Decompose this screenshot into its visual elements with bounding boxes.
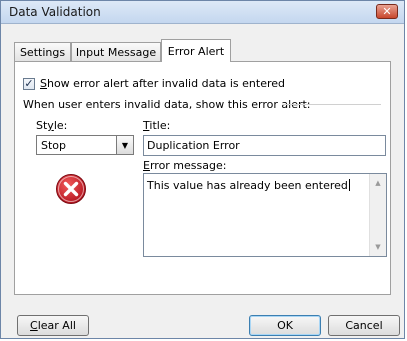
- clear-all-button[interactable]: Clear All: [17, 315, 89, 336]
- tab-settings[interactable]: Settings: [14, 42, 71, 61]
- tab-settings-label: Settings: [19, 45, 66, 59]
- show-alert-label: Show error alert after invalid data is e…: [40, 77, 285, 90]
- textarea-scrollbar[interactable]: ▲ ▼: [369, 174, 386, 256]
- title-label: Title:: [143, 119, 171, 132]
- show-alert-row[interactable]: ✓ Show error alert after invalid data is…: [23, 77, 285, 90]
- error-message-value: This value has already been entered: [147, 179, 350, 192]
- tab-input-message-label: Input Message: [75, 45, 157, 59]
- title-input[interactable]: Duplication Error: [143, 135, 386, 156]
- stop-icon: [56, 174, 86, 204]
- title-input-value: Duplication Error: [147, 139, 240, 152]
- show-alert-checkbox[interactable]: ✓: [23, 77, 35, 90]
- close-icon: ✕: [382, 5, 392, 18]
- close-button[interactable]: ✕: [376, 4, 398, 19]
- style-select-value: Stop: [41, 139, 67, 152]
- scroll-up-icon[interactable]: ▲: [370, 176, 386, 190]
- scroll-down-icon[interactable]: ▼: [370, 240, 386, 254]
- ok-button[interactable]: OK: [249, 315, 321, 336]
- window-title: Data Validation: [9, 5, 101, 19]
- group-divider: [283, 104, 381, 105]
- error-message-textarea[interactable]: This value has already been entered ▲ ▼: [143, 173, 387, 257]
- style-label: Style:: [36, 119, 68, 132]
- cancel-button[interactable]: Cancel: [328, 315, 400, 336]
- group-label: When user enters invalid data, show this…: [23, 98, 311, 111]
- title-bar: Data Validation ✕: [1, 1, 404, 24]
- style-select[interactable]: Stop ▼: [36, 135, 134, 155]
- tab-input-message[interactable]: Input Message: [71, 42, 161, 61]
- chevron-down-icon[interactable]: ▼: [116, 136, 133, 154]
- tab-error-alert-label: Error Alert: [167, 44, 225, 58]
- error-message-label: Error message:: [143, 159, 227, 172]
- tab-error-alert[interactable]: Error Alert: [161, 39, 231, 62]
